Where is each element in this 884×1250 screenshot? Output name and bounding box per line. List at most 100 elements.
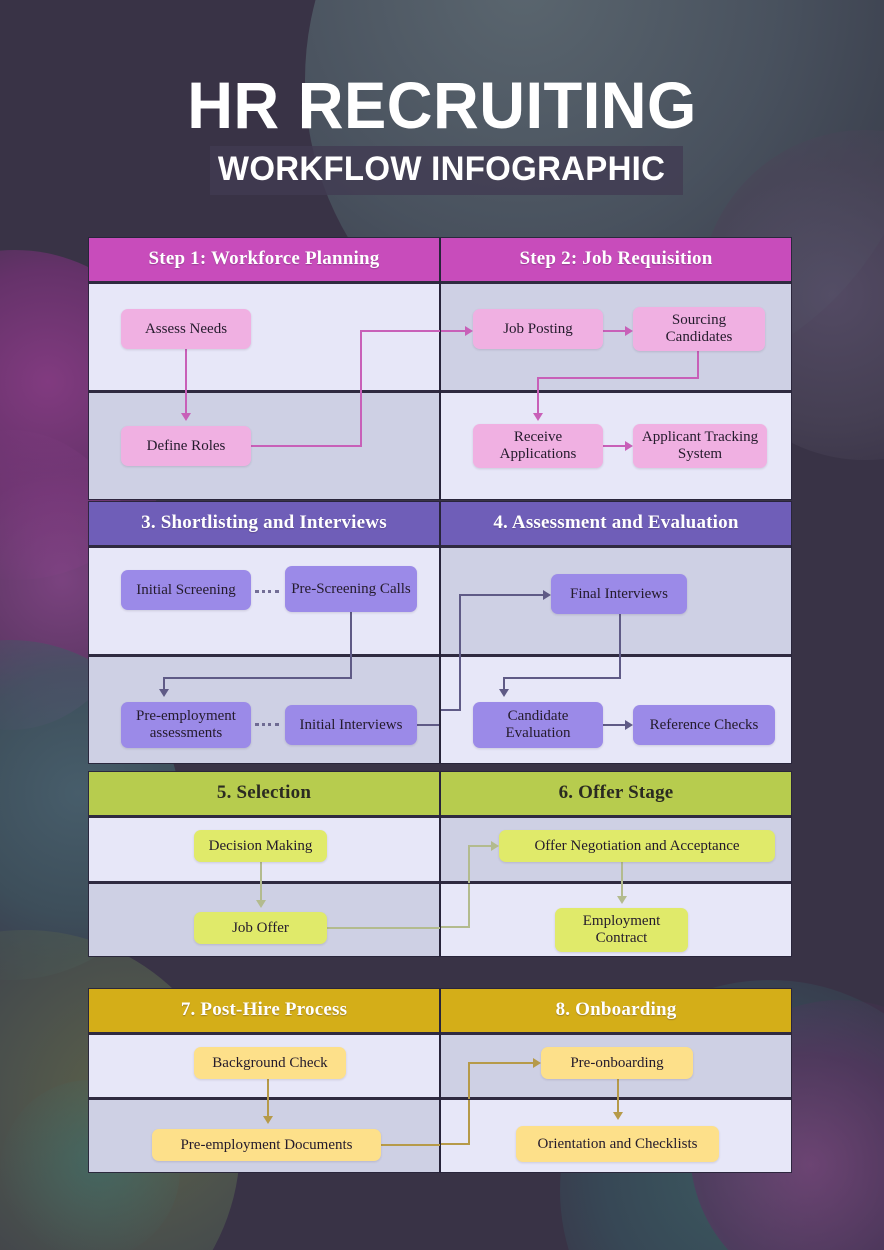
row-step-4-bottom: Candidate Evaluation Reference Checks — [441, 657, 791, 763]
arrowhead-applicant-tracking-system — [625, 441, 633, 451]
row-step-5-top: Decision Making — [89, 818, 439, 884]
card-body-step-5: Decision Making Job Offer — [89, 818, 440, 956]
connector-candidate-to-reference-checks — [603, 724, 627, 726]
card-header-step-2: Step 2: Job Requisition — [441, 238, 791, 284]
node-employment-contract[interactable]: Employment Contract — [555, 908, 688, 952]
connector-prescreening-down-lower — [350, 657, 352, 679]
row-step-3-top: Initial Screening Pre-Screening Calls — [89, 548, 439, 657]
row-step-6-top: Offer Negotiation and Acceptance — [441, 818, 791, 884]
node-sourcing-candidates[interactable]: Sourcing Candidates — [633, 307, 765, 351]
arrowhead-final-interviews — [543, 590, 551, 600]
connector-assess-to-define-vertical — [185, 349, 187, 393]
section-group-1: Step 1: Workforce Planning Assess Needs … — [89, 238, 791, 499]
row-step-5-bottom: Job Offer — [89, 884, 440, 956]
card-body-step-3: Initial Screening Pre-Screening Calls Pr… — [89, 548, 439, 763]
section-group-2: 3. Shortlisting and Interviews Initial S… — [89, 502, 791, 763]
card-step-3[interactable]: 3. Shortlisting and Interviews Initial S… — [89, 502, 439, 763]
row-step-1-bottom: Define Roles — [89, 393, 439, 499]
card-header-step-8: 8. Onboarding — [441, 989, 791, 1035]
connector-riser-pre-onboarding-top — [468, 1062, 470, 1099]
connector-sourcing-riser-down — [537, 377, 539, 393]
connector-receive-to-ats — [603, 445, 627, 447]
connector-riser-offer-negotiation-top — [468, 845, 470, 883]
connector-riser-pre-onboarding-bottom — [468, 1100, 470, 1145]
arrowhead-job-posting — [465, 326, 473, 336]
node-orientation-and-checklists[interactable]: Orientation and Checklists — [516, 1126, 719, 1162]
node-initial-screening[interactable]: Initial Screening — [121, 570, 251, 610]
node-pre-employment-assessments[interactable]: Pre-employment assessments — [121, 702, 251, 748]
connector-documents-out — [381, 1144, 440, 1146]
connector-pre-onboarding-down-top — [617, 1079, 619, 1100]
node-job-offer[interactable]: Job Offer — [194, 912, 327, 944]
connector-final-interviews-down-lower — [619, 657, 621, 679]
node-reference-checks[interactable]: Reference Checks — [633, 705, 775, 745]
connector-prescreening-left — [163, 677, 352, 679]
connector-decision-to-job-offer-top — [260, 862, 262, 884]
connector-initial-interviews-out — [417, 724, 439, 726]
connector-to-receive-applications — [537, 393, 539, 415]
arrowhead-sourcing-candidates — [625, 326, 633, 336]
connector-prescreening-down — [350, 612, 352, 657]
node-candidate-evaluation[interactable]: Candidate Evaluation — [473, 702, 603, 748]
card-body-step-4: Final Interviews Candidate Evaluation Re… — [441, 548, 791, 763]
connector-pre-employment-to-initial-interviews — [255, 723, 279, 726]
arrowhead-offer-negotiation — [491, 841, 499, 851]
node-pre-employment-documents[interactable]: Pre-employment Documents — [152, 1129, 381, 1161]
connector-riser-to-final-interviews-bottom — [459, 657, 461, 711]
connector-into-job-posting — [441, 330, 467, 332]
connector-define-roles-out — [251, 445, 362, 447]
section-group-3: 5. Selection Decision Making Job Offer 6… — [89, 772, 791, 956]
card-header-step-4: 4. Assessment and Evaluation — [441, 502, 791, 548]
card-body-step-8: Pre-onboarding Orientation and Checklist… — [441, 1035, 791, 1172]
node-applicant-tracking-system[interactable]: Applicant Tracking System — [633, 424, 767, 468]
card-header-step-3: 3. Shortlisting and Interviews — [89, 502, 439, 548]
node-job-posting[interactable]: Job Posting — [473, 309, 603, 349]
connector-define-roles-riser-bottom — [360, 393, 362, 446]
card-step-6[interactable]: 6. Offer Stage Offer Negotiation and Acc… — [441, 772, 791, 956]
node-background-check[interactable]: Background Check — [194, 1047, 346, 1079]
page-title: HR RECRUITING — [187, 68, 697, 142]
page-subtitle: WORKFLOW INFOGRAPHIC — [218, 150, 666, 188]
card-step-8[interactable]: 8. Onboarding Pre-onboarding Orientation… — [441, 989, 791, 1172]
row-step-8-bottom: Orientation and Checklists — [441, 1100, 791, 1172]
card-step-2[interactable]: Step 2: Job Requisition Job Posting Sour… — [441, 238, 791, 499]
connector-from-job-offer — [441, 926, 470, 928]
arrowhead-orientation-checklists — [613, 1112, 623, 1120]
node-pre-screening-calls[interactable]: Pre-Screening Calls — [285, 566, 417, 612]
connector-define-roles-riser-top — [360, 330, 362, 393]
connector-define-roles-to-step2 — [360, 330, 440, 332]
card-step-5[interactable]: 5. Selection Decision Making Job Offer — [89, 772, 440, 956]
arrowhead-candidate-evaluation — [499, 689, 509, 697]
node-offer-negotiation-and-acceptance[interactable]: Offer Negotiation and Acceptance — [499, 830, 775, 862]
node-assess-needs[interactable]: Assess Needs — [121, 309, 251, 349]
row-step-6-bottom: Employment Contract — [441, 884, 791, 956]
connector-into-pre-onboarding — [468, 1062, 535, 1064]
node-final-interviews[interactable]: Final Interviews — [551, 574, 687, 614]
arrowhead-employment-contract — [617, 896, 627, 904]
connector-sourcing-left — [537, 377, 699, 379]
row-step-2-top: Job Posting Sourcing Candidates — [441, 284, 791, 393]
card-step-4[interactable]: 4. Assessment and Evaluation Final Inter… — [441, 502, 791, 763]
node-decision-making[interactable]: Decision Making — [194, 830, 327, 862]
arrowhead-receive-applications — [533, 413, 543, 421]
connector-job-posting-to-sourcing — [603, 330, 627, 332]
row-step-3-bottom: Pre-employment assessments Initial Inter… — [89, 657, 439, 763]
connector-job-offer-out — [327, 927, 440, 929]
card-body-step-6: Offer Negotiation and Acceptance Employm… — [441, 818, 791, 956]
node-receive-applications[interactable]: Receive Applications — [473, 424, 603, 468]
connector-into-offer-negotiation — [468, 845, 493, 847]
node-pre-onboarding[interactable]: Pre-onboarding — [541, 1047, 693, 1079]
connector-final-interviews-down — [619, 614, 621, 657]
arrowhead-pre-employment-assessments — [159, 689, 169, 697]
row-step-8-top: Pre-onboarding — [441, 1035, 791, 1100]
card-step-1[interactable]: Step 1: Workforce Planning Assess Needs … — [89, 238, 440, 499]
arrowhead-pre-employment-documents — [263, 1116, 273, 1124]
row-step-4-top: Final Interviews — [441, 548, 791, 657]
arrowhead-job-offer — [256, 900, 266, 908]
connector-final-interviews-left — [503, 677, 621, 679]
node-initial-interviews[interactable]: Initial Interviews — [285, 705, 417, 745]
connector-riser-offer-negotiation-bottom — [468, 884, 470, 928]
connector-initial-screening-to-prescreening — [255, 590, 279, 593]
card-step-7[interactable]: 7. Post-Hire Process Background Check Pr… — [89, 989, 440, 1172]
node-define-roles[interactable]: Define Roles — [121, 426, 251, 466]
